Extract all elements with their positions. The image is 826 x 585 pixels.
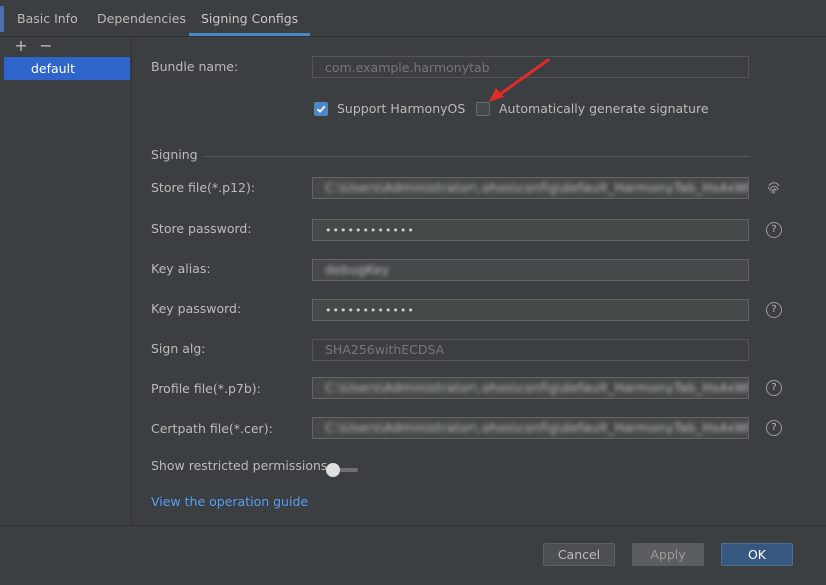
key-password-label: Key password: [151, 301, 242, 316]
store-password-field[interactable]: •••••••••••• [312, 219, 749, 241]
tab-signing-configs[interactable]: Signing Configs [188, 0, 311, 36]
ok-button[interactable]: OK [721, 543, 793, 566]
sign-alg-field: SHA256withECDSA [312, 339, 749, 361]
config-item-default[interactable]: default [4, 57, 130, 80]
store-file-value: C:\Users\Administrator\.ohos\config\defa… [325, 180, 748, 195]
profile-file-label: Profile file(*.p7b): [151, 381, 261, 396]
store-file-field[interactable]: C:\Users\Administrator\.ohos\config\defa… [312, 177, 749, 199]
tab-bar: Basic Info Dependencies Signing Configs [0, 0, 826, 37]
auto-generate-signature-checkbox[interactable] [476, 102, 490, 116]
profile-file-help-icon[interactable]: ? [766, 380, 782, 396]
fingerprint-icon[interactable] [766, 180, 782, 196]
key-alias-value: debugKey [325, 262, 390, 277]
operation-guide-link[interactable]: View the operation guide [151, 492, 308, 512]
checkmark-icon [316, 105, 326, 113]
apply-button[interactable]: Apply [632, 543, 704, 566]
key-password-field[interactable]: •••••••••••• [312, 299, 749, 321]
key-alias-label: Key alias: [151, 261, 211, 276]
store-file-label: Store file(*.p12): [151, 180, 256, 195]
bundle-name-label: Bundle name: [151, 59, 239, 74]
tab-basic-info[interactable]: Basic Info [17, 0, 78, 36]
plus-icon[interactable]: + [13, 37, 29, 55]
signing-section-title: Signing [151, 147, 198, 162]
dialog-footer: Cancel Apply OK [0, 525, 826, 585]
sign-alg-label: Sign alg: [151, 341, 206, 356]
section-divider [204, 156, 750, 157]
store-password-value: •••••••••••• [325, 224, 415, 237]
auto-generate-signature-label: Automatically generate signature [499, 101, 709, 116]
key-password-value: •••••••••••• [325, 304, 415, 317]
tab-dependencies[interactable]: Dependencies [97, 0, 186, 36]
store-password-help-icon[interactable]: ? [766, 222, 782, 238]
store-password-label: Store password: [151, 221, 252, 236]
tab-bar-edge-marker [0, 6, 4, 32]
certpath-file-help-icon[interactable]: ? [766, 420, 782, 436]
profile-file-value: C:\Users\Administrator\.ohos\config\defa… [325, 380, 748, 395]
certpath-file-label: Certpath file(*.cer): [151, 421, 273, 436]
bundle-name-field[interactable] [312, 56, 749, 78]
cancel-button[interactable]: Cancel [543, 543, 615, 566]
minus-icon[interactable]: − [38, 37, 54, 55]
restricted-permissions-toggle[interactable] [326, 461, 362, 479]
config-list-panel: + − default [4, 37, 132, 525]
profile-file-field[interactable]: C:\Users\Administrator\.ohos\config\defa… [312, 377, 749, 399]
certpath-file-value: C:\Users\Administrator\.ohos\config\defa… [325, 420, 748, 435]
support-harmonyos-checkbox[interactable] [314, 102, 328, 116]
support-harmonyos-label: Support HarmonyOS [337, 101, 466, 116]
signing-configs-form: Bundle name: Support HarmonyOS Automatic… [132, 37, 826, 525]
key-password-help-icon[interactable]: ? [766, 302, 782, 318]
toggle-knob [326, 463, 340, 477]
certpath-file-field[interactable]: C:\Users\Administrator\.ohos\config\defa… [312, 417, 749, 439]
restricted-permissions-label: Show restricted permissions [151, 458, 328, 473]
key-alias-field[interactable]: debugKey [312, 259, 749, 281]
